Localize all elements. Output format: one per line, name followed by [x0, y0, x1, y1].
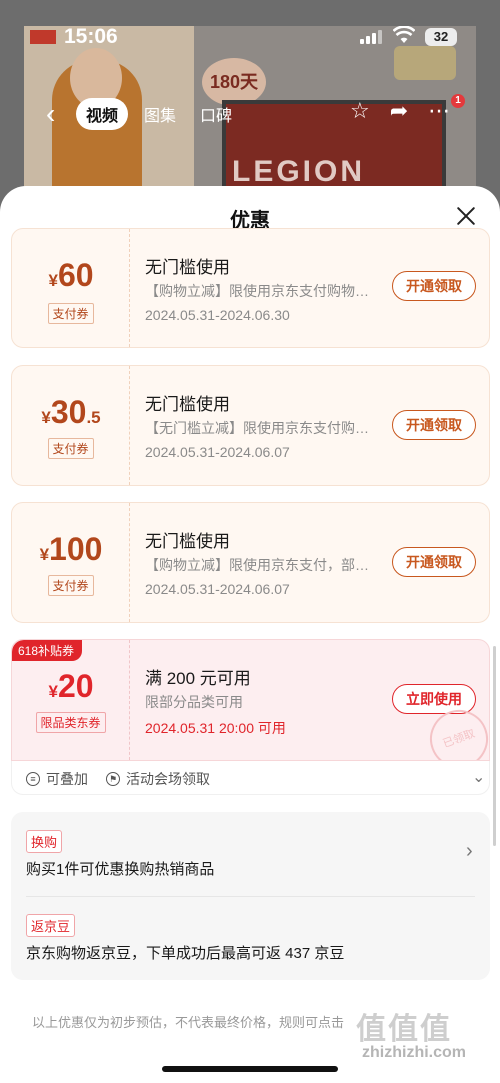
divider	[26, 896, 475, 897]
coupon-amount: ¥60	[48, 257, 94, 293]
promo-info-card: 换购 购买1件可优惠换购热销商品 › 返京豆 京东购物返京豆，下单成功后最高可返…	[11, 812, 490, 980]
coupon-type-tag: 支付券	[47, 575, 94, 596]
home-indicator	[162, 1066, 338, 1072]
venue-info: ⚑ 活动会场领取	[106, 769, 210, 789]
wifi-icon	[393, 26, 415, 43]
brand-text: LEGION	[232, 155, 366, 188]
coupon-title: 无门槛使用	[145, 532, 230, 551]
tab-video[interactable]: 视频	[76, 98, 129, 130]
coupon-card: ¥60 支付券 无门槛使用 【购物立减】限使用京东支付购物满0.01元可用 20…	[11, 228, 490, 348]
star-icon[interactable]: ☆	[350, 98, 370, 124]
flag-icon: ⚑	[106, 772, 120, 786]
subsidy-coupon-card: ¥20 限品类东券 618补贴券 满 200 元可用 限部分品类可用 2024.…	[11, 639, 490, 761]
cellular-signal-icon	[360, 30, 382, 44]
activate-claim-button[interactable]: 开通领取	[392, 547, 476, 577]
coupon-validity: 2024.05.31-2024.06.07	[145, 444, 290, 460]
chevron-right-icon[interactable]: ›	[466, 840, 473, 863]
back-arrow-icon[interactable]: ‹	[46, 100, 68, 128]
activate-claim-button[interactable]: 开通领取	[392, 410, 476, 440]
coupon-title: 无门槛使用	[145, 395, 230, 414]
more-icon[interactable]: ⋯	[428, 98, 450, 124]
coupon-type-tag: 支付券	[47, 303, 94, 324]
close-icon[interactable]	[452, 202, 480, 230]
coupon-amount: ¥100	[39, 531, 103, 567]
coupon-type-tag: 支付券	[47, 438, 94, 459]
coupon-title: 满 200 元可用	[145, 669, 251, 688]
coupon-amount-block: ¥30.5 支付券	[12, 366, 130, 485]
top-action-icons: ☆ ➦ ⋯	[350, 98, 450, 124]
jingdou-tag: 返京豆	[26, 914, 76, 937]
notification-badge: 1	[451, 94, 465, 108]
activate-claim-button[interactable]: 开通领取	[392, 271, 476, 301]
coupon-amount: ¥30.5	[41, 394, 101, 430]
price-disclaimer: 以上优惠仅为初步预估，不代表最终价格，规则可点击	[32, 1015, 345, 1030]
tab-reviews[interactable]: 口碑	[192, 98, 240, 130]
stack-icon: ≡	[26, 772, 40, 786]
tab-gallery[interactable]: 图集	[136, 98, 184, 130]
coupon-meta-row: ≡ 可叠加 ⚑ 活动会场领取 ⌄	[11, 761, 490, 795]
coupon-amount-block: ¥60 支付券	[12, 229, 130, 347]
clock: 15:06	[64, 25, 118, 48]
coupon-card: ¥100 支付券 无门槛使用 【购物立减】限使用京东支付，部分商品可用 2024…	[11, 502, 490, 623]
coupon-validity: 2024.05.31-2024.06.30	[145, 307, 290, 323]
exchange-text[interactable]: 购买1件可优惠换购热销商品	[26, 858, 214, 879]
site-watermark: 值值值 zhizhizhi.com	[356, 1013, 466, 1061]
coupon-type-tag: 限品类东券	[35, 712, 106, 733]
media-tabs: ‹ 视频 图集 口碑	[46, 98, 240, 130]
status-bar: 15:06 32	[0, 0, 500, 56]
battery-indicator: 32	[425, 28, 457, 46]
coupon-description: 【购物立减】限使用京东支付购物满0.01元可用	[145, 283, 373, 299]
coupon-description: 限部分品类可用	[145, 694, 243, 710]
chevron-down-icon[interactable]: ⌄	[472, 767, 485, 787]
offers-sheet: 优惠 ¥60 支付券 无门槛使用 【购物立减】限使用京东支付购物满0.01元可用…	[0, 186, 500, 1083]
coupon-validity: 2024.05.31-2024.06.07	[145, 581, 290, 597]
scrollbar[interactable]	[493, 646, 496, 846]
coupon-amount-block: ¥100 支付券	[12, 503, 130, 622]
share-icon[interactable]: ➦	[390, 98, 408, 124]
coupon-amount: ¥20	[48, 668, 94, 704]
stackable-info: ≡ 可叠加	[26, 769, 88, 789]
coupon-title: 无门槛使用	[145, 258, 230, 277]
coupon-description: 【购物立减】限使用京东支付，部分商品可用	[145, 557, 373, 573]
subsidy-corner-badge: 618补贴券	[12, 640, 83, 661]
coupon-validity: 2024.05.31 20:00 可用	[145, 720, 286, 736]
coupon-card: ¥30.5 支付券 无门槛使用 【无门槛立减】限使用京东支付购物可用 2024.…	[11, 365, 490, 486]
jingdou-text: 京东购物返京豆，下单成功后最高可返 437 京豆	[26, 945, 345, 962]
exchange-tag: 换购	[26, 830, 63, 853]
coupon-description: 【无门槛立减】限使用京东支付购物可用	[145, 420, 373, 436]
